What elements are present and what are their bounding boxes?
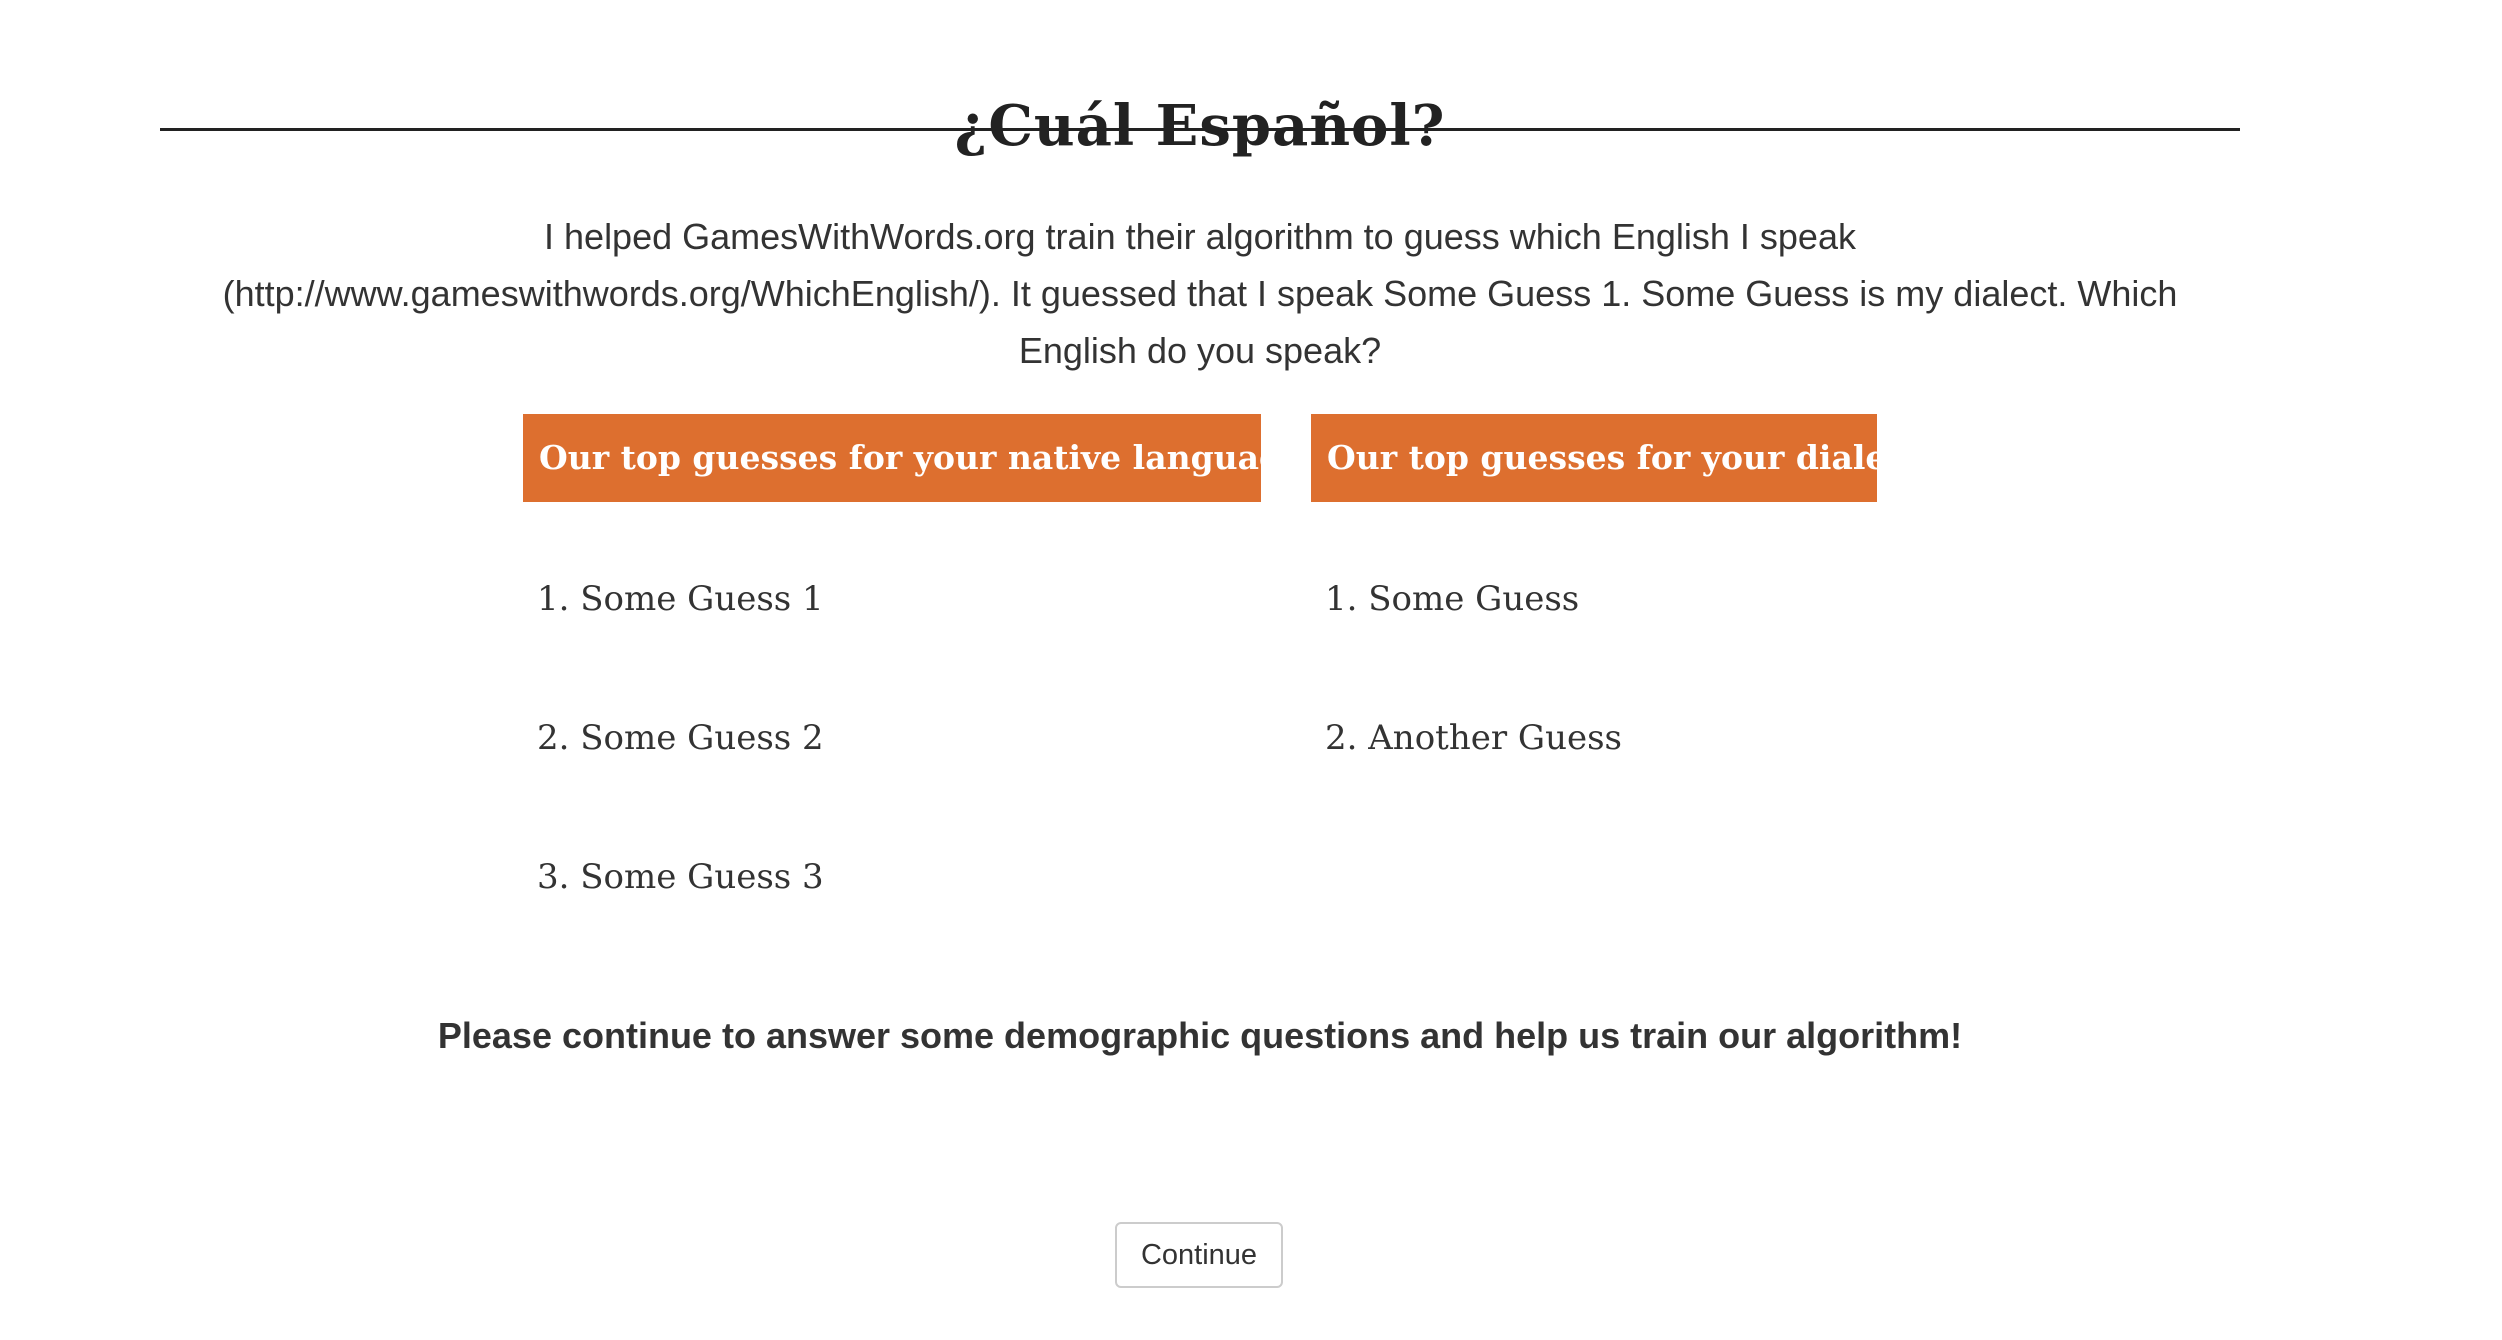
native-language-list: 1. Some Guess 1 2. Some Guess 2 3. Some … [537, 560, 1237, 977]
native-language-guess-2: 2. Some Guess 2 [537, 718, 824, 758]
native-language-guess-3: 3. Some Guess 3 [537, 857, 824, 897]
dialect-header: Our top guesses for your dialect: [1311, 414, 1934, 502]
continue-button[interactable]: Continue [1115, 1222, 1283, 1288]
dialect-guess-2: 2. Another Guess [1325, 718, 1622, 758]
native-language-guess-1: 1. Some Guess 1 [537, 579, 824, 619]
dialect-guess-1: 1. Some Guess [1325, 579, 1580, 619]
page-title: ¿Cuál Español? [954, 92, 1446, 159]
dialect-list: 1. Some Guess 2. Another Guess [1325, 560, 1925, 838]
native-language-header: Our top guesses for your native language… [523, 414, 1315, 502]
results-page: ¿Cuál Español? I helped GamesWithWords.o… [0, 0, 2502, 1340]
result-intro-text: I helped GamesWithWords.org train their … [222, 216, 2178, 371]
continue-instructions: Please continue to answer some demograph… [437, 1015, 1963, 1056]
title-divider [160, 128, 2240, 131]
